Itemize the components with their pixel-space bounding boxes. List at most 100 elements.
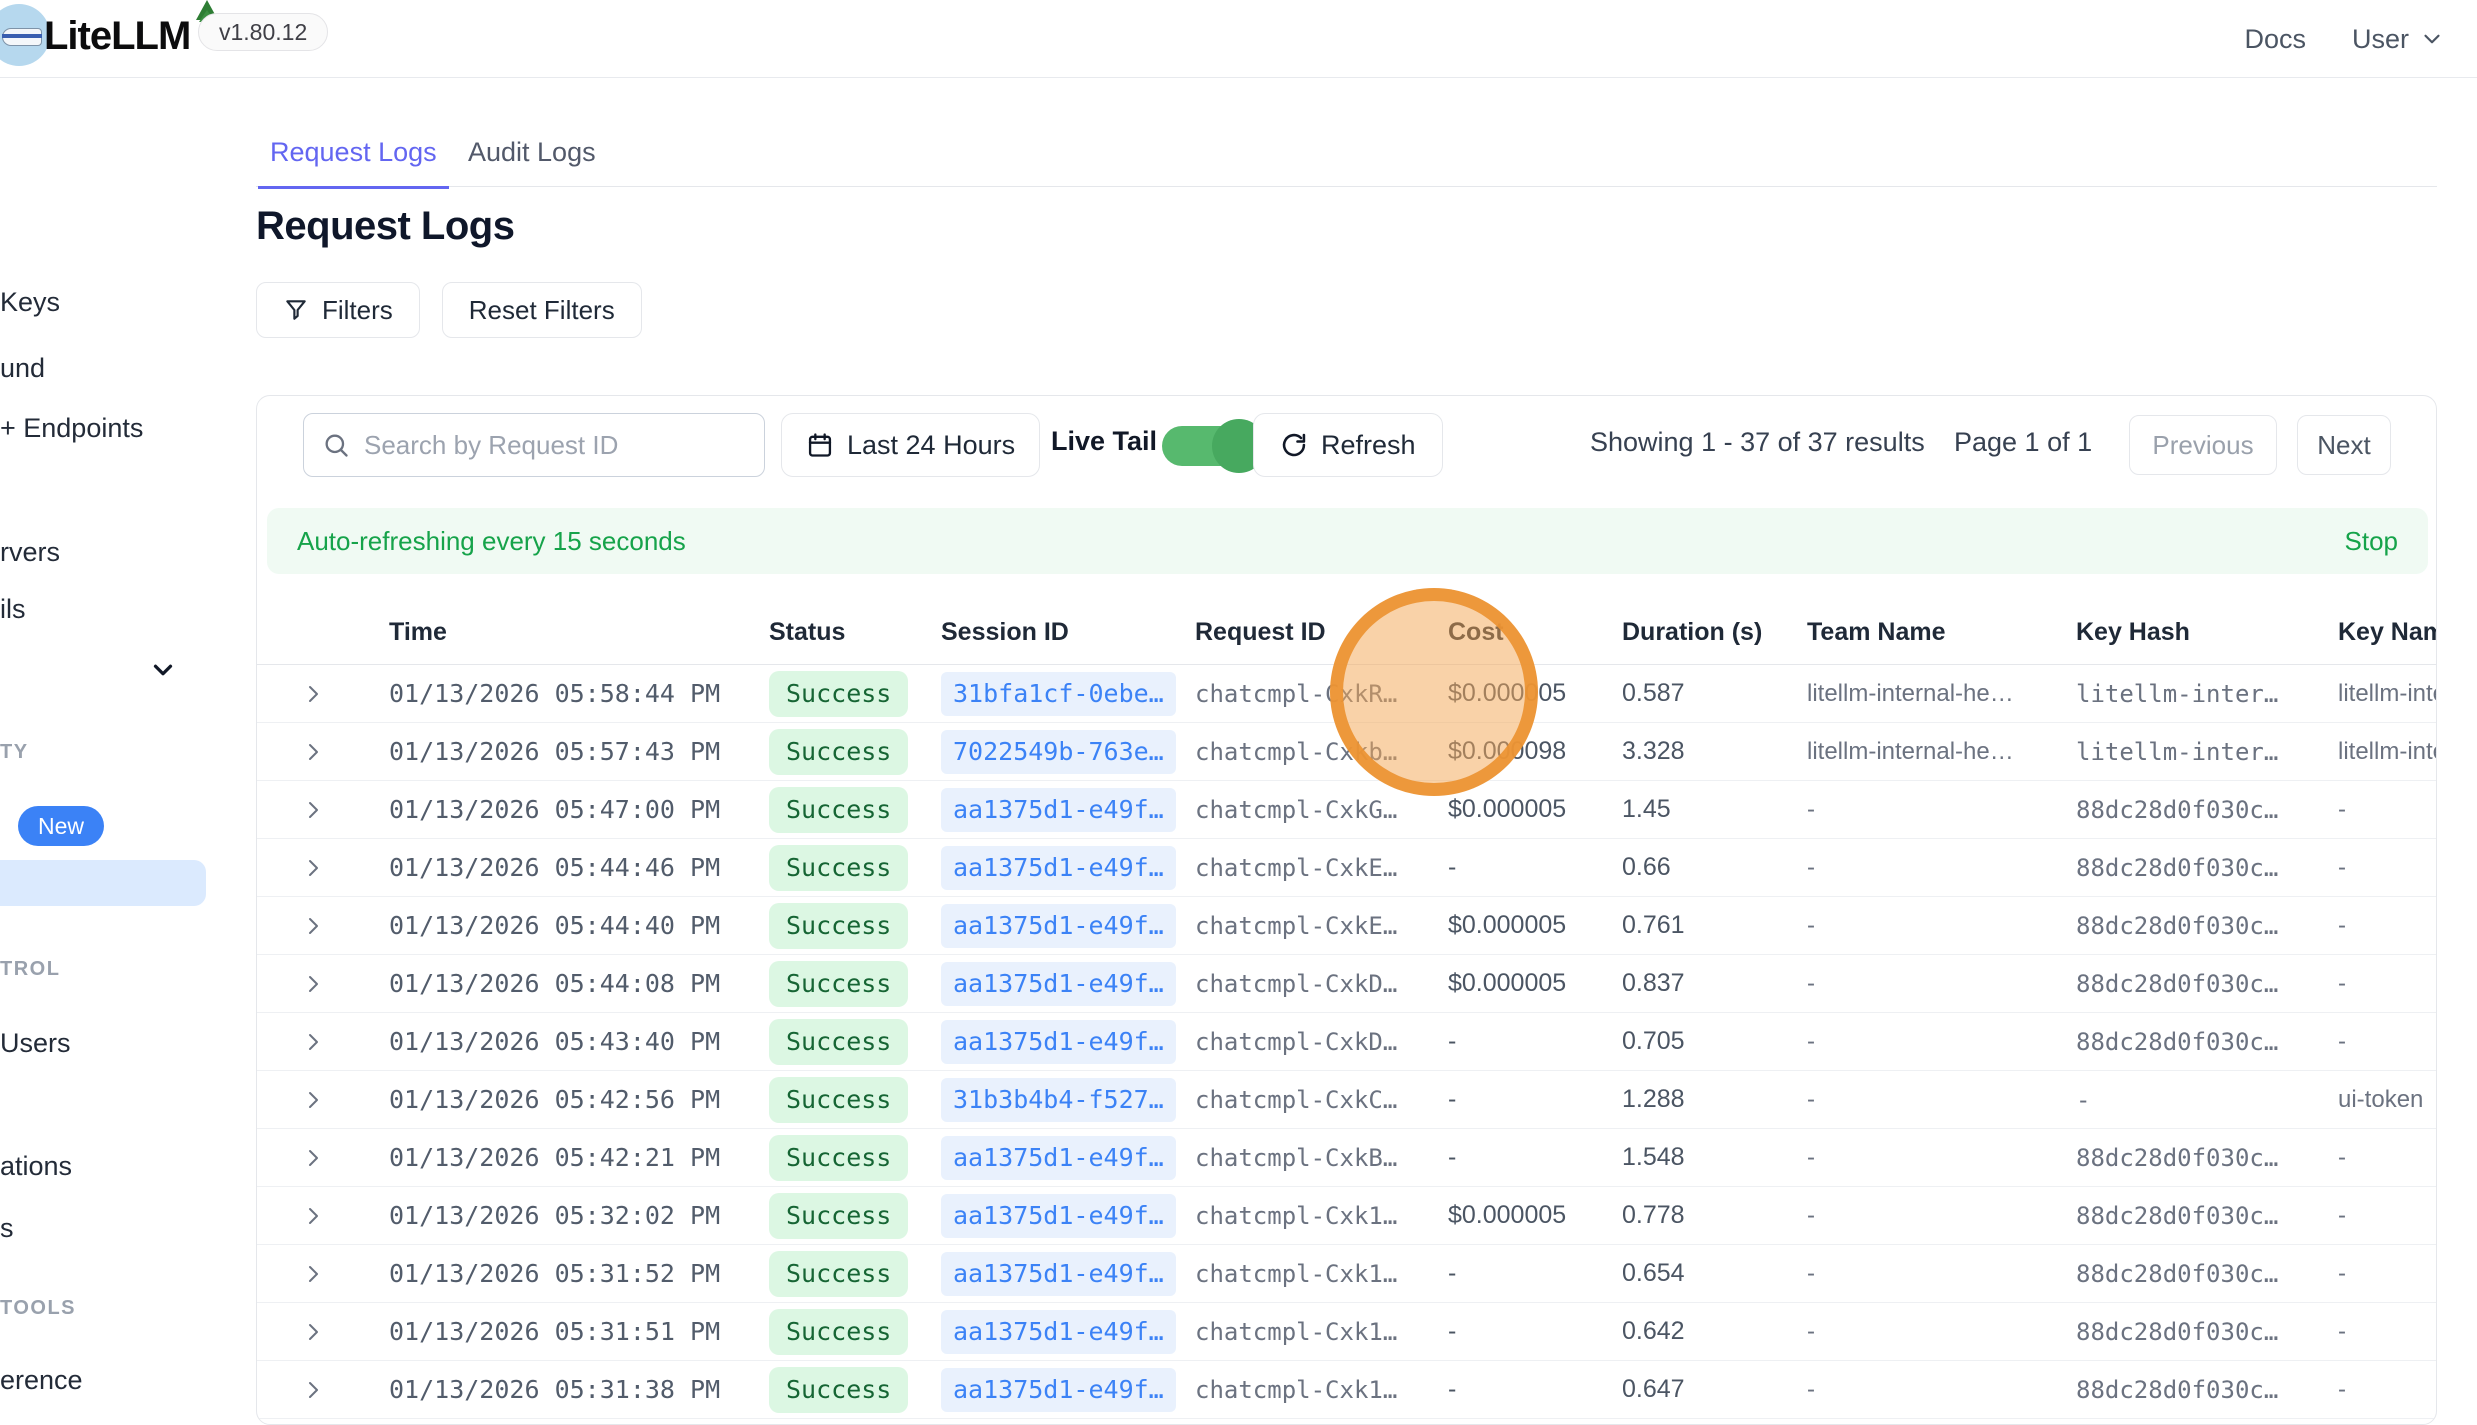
- row-status: Success: [769, 1193, 941, 1239]
- expand-row-chevron-icon[interactable]: [257, 1088, 389, 1112]
- expand-row-chevron-icon[interactable]: [257, 1146, 389, 1170]
- sidebar-item-users[interactable]: Users: [0, 1028, 71, 1059]
- column-duration: Duration (s): [1622, 618, 1807, 647]
- column-cost: Cost: [1448, 618, 1622, 647]
- sidebar-collapse-chevron-icon[interactable]: [148, 655, 178, 685]
- expand-row-chevron-icon[interactable]: [257, 1378, 389, 1402]
- column-key-hash: Key Hash: [2076, 618, 2338, 647]
- table-row[interactable]: 01/13/2026 05:32:02 PM Success aa1375d1-…: [257, 1187, 2436, 1245]
- session-id-link[interactable]: aa1375d1-e49f…: [941, 846, 1176, 890]
- table-row[interactable]: 01/13/2026 05:44:40 PM Success aa1375d1-…: [257, 897, 2436, 955]
- row-duration: 0.837: [1622, 969, 1807, 998]
- row-status: Success: [769, 671, 941, 717]
- expand-row-chevron-icon[interactable]: [257, 856, 389, 880]
- table-row[interactable]: 01/13/2026 05:44:08 PM Success aa1375d1-…: [257, 955, 2436, 1013]
- auto-refresh-banner: Auto-refreshing every 15 seconds Stop: [267, 508, 2428, 574]
- row-key-name: litellm-inte…: [2338, 680, 2437, 708]
- row-key-hash: -: [2076, 1086, 2338, 1114]
- session-id-link[interactable]: aa1375d1-e49f…: [941, 1020, 1176, 1064]
- table-row[interactable]: 01/13/2026 05:31:51 PM Success aa1375d1-…: [257, 1303, 2436, 1361]
- row-request-id: chatcmpl-Cxk1…: [1195, 1376, 1448, 1404]
- row-request-id: chatcmpl-CxkD…: [1195, 1028, 1448, 1056]
- next-button[interactable]: Next: [2297, 415, 2391, 475]
- row-team-name: -: [1807, 1144, 2076, 1172]
- expand-row-chevron-icon[interactable]: [257, 1320, 389, 1344]
- row-time: 01/13/2026 05:31:51 PM: [389, 1317, 769, 1346]
- row-cost: $0.000005: [1448, 679, 1622, 708]
- expand-row-chevron-icon[interactable]: [257, 740, 389, 764]
- table-row[interactable]: 01/13/2026 05:58:44 PM Success 31bfa1cf-…: [257, 665, 2436, 723]
- expand-row-chevron-icon[interactable]: [257, 972, 389, 996]
- filters-button[interactable]: Filters: [256, 282, 420, 338]
- new-badge: New: [18, 806, 104, 846]
- row-key-name: litellm-inte…: [2338, 738, 2437, 766]
- sidebar-item-endpoints[interactable]: + Endpoints: [0, 413, 143, 444]
- table-row[interactable]: 01/13/2026 05:44:46 PM Success aa1375d1-…: [257, 839, 2436, 897]
- sidebar-item-servers[interactable]: rvers: [0, 537, 60, 568]
- expand-row-chevron-icon[interactable]: [257, 1204, 389, 1228]
- sidebar-item-keys[interactable]: Keys: [0, 287, 60, 318]
- auto-refresh-text: Auto-refreshing every 15 seconds: [297, 526, 686, 557]
- status-badge: Success: [769, 1193, 908, 1239]
- table-row[interactable]: 01/13/2026 05:43:40 PM Success aa1375d1-…: [257, 1013, 2436, 1071]
- search-box: [303, 413, 765, 477]
- expand-row-chevron-icon[interactable]: [257, 914, 389, 938]
- column-session-id: Session ID: [941, 618, 1195, 647]
- session-id-link[interactable]: 31bfa1cf-0ebe…: [941, 672, 1176, 716]
- sidebar-item-playground[interactable]: und: [0, 353, 45, 384]
- session-id-link[interactable]: aa1375d1-e49f…: [941, 904, 1176, 948]
- row-request-id: chatcmpl-Cxkb…: [1195, 738, 1448, 766]
- session-id-link[interactable]: aa1375d1-e49f…: [941, 1368, 1176, 1412]
- row-key-hash: 88dc28d0f030c…: [2076, 1376, 2338, 1404]
- row-status: Success: [769, 1135, 941, 1181]
- table-row[interactable]: 01/13/2026 05:47:00 PM Success aa1375d1-…: [257, 781, 2436, 839]
- page-indicator: Page 1 of 1: [1954, 427, 2092, 458]
- table-row[interactable]: 01/13/2026 05:42:56 PM Success 31b3b4b4-…: [257, 1071, 2436, 1129]
- row-key-hash: litellm-inter…: [2076, 738, 2338, 766]
- row-request-id: chatcmpl-CxkE…: [1195, 912, 1448, 940]
- previous-button[interactable]: Previous: [2129, 415, 2277, 475]
- sidebar-item-reference[interactable]: erence: [0, 1365, 83, 1396]
- status-badge: Success: [769, 1077, 908, 1123]
- sidebar-item-teams[interactable]: s: [0, 1213, 14, 1244]
- expand-row-chevron-icon[interactable]: [257, 1262, 389, 1286]
- sidebar-item-guardrails[interactable]: ils: [0, 594, 26, 625]
- session-id-link[interactable]: 7022549b-763e…: [941, 730, 1176, 774]
- user-menu[interactable]: User: [2352, 24, 2445, 55]
- expand-row-chevron-icon[interactable]: [257, 798, 389, 822]
- status-badge: Success: [769, 1251, 908, 1297]
- column-request-id: Request ID: [1195, 618, 1448, 647]
- expand-row-chevron-icon[interactable]: [257, 1030, 389, 1054]
- session-id-link[interactable]: 31b3b4b4-f527…: [941, 1078, 1176, 1122]
- stop-auto-refresh-link[interactable]: Stop: [2345, 526, 2399, 557]
- session-id-link[interactable]: aa1375d1-e49f…: [941, 788, 1176, 832]
- row-time: 01/13/2026 05:31:38 PM: [389, 1375, 769, 1404]
- row-request-id: chatcmpl-Cxk1…: [1195, 1202, 1448, 1230]
- sidebar-item-organizations[interactable]: ations: [0, 1151, 72, 1182]
- live-tail-toggle[interactable]: [1162, 426, 1258, 466]
- time-range-button[interactable]: Last 24 Hours: [781, 413, 1040, 477]
- table-row[interactable]: 01/13/2026 05:31:38 PM Success aa1375d1-…: [257, 1361, 2436, 1419]
- search-input[interactable]: [364, 430, 746, 461]
- tab-audit-logs[interactable]: Audit Logs: [468, 137, 596, 187]
- row-status: Success: [769, 903, 941, 949]
- table-row[interactable]: 01/13/2026 05:57:43 PM Success 7022549b-…: [257, 723, 2436, 781]
- table-row[interactable]: 01/13/2026 05:42:21 PM Success aa1375d1-…: [257, 1129, 2436, 1187]
- session-id-link[interactable]: aa1375d1-e49f…: [941, 1136, 1176, 1180]
- session-id-link[interactable]: aa1375d1-e49f…: [941, 1194, 1176, 1238]
- expand-row-chevron-icon[interactable]: [257, 682, 389, 706]
- reset-filters-button[interactable]: Reset Filters: [442, 282, 642, 338]
- table-row[interactable]: 01/13/2026 05:31:52 PM Success aa1375d1-…: [257, 1245, 2436, 1303]
- row-duration: 1.45: [1622, 795, 1807, 824]
- row-request-id: chatcmpl-Cxk1…: [1195, 1318, 1448, 1346]
- session-id-link[interactable]: aa1375d1-e49f…: [941, 1252, 1176, 1296]
- row-time: 01/13/2026 05:42:56 PM: [389, 1085, 769, 1114]
- row-time: 01/13/2026 05:43:40 PM: [389, 1027, 769, 1056]
- sidebar-item-active-logs[interactable]: [0, 860, 206, 906]
- tab-request-logs[interactable]: Request Logs: [270, 137, 437, 187]
- session-id-link[interactable]: aa1375d1-e49f…: [941, 1310, 1176, 1354]
- row-request-id: chatcmpl-CxkG…: [1195, 796, 1448, 824]
- docs-link[interactable]: Docs: [2244, 24, 2306, 55]
- session-id-link[interactable]: aa1375d1-e49f…: [941, 962, 1176, 1006]
- refresh-button[interactable]: Refresh: [1253, 413, 1443, 477]
